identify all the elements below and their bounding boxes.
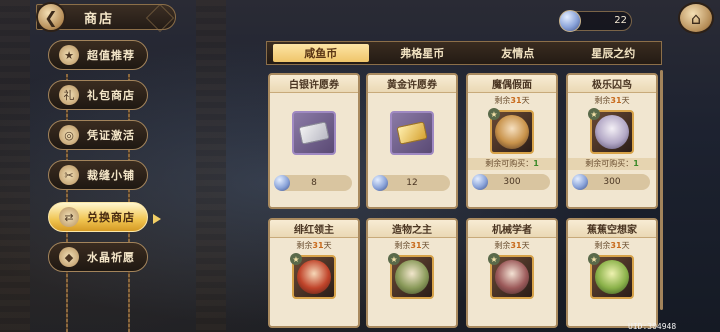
sidebar-item-crystal-wish[interactable]: ◆ 水晶祈愿 [48,242,148,272]
costume-portrait: ★ [488,108,534,154]
crystal-icon [472,174,488,190]
card-title: 魔偶假面 [468,75,556,93]
shop-card[interactable]: 造物之主 剩余31天 ★ [366,218,458,328]
star-icon: ★ [588,108,600,120]
home-button[interactable]: ⌂ [678,2,714,34]
tab-salted-fish-coin[interactable]: 咸鱼币 [273,44,369,62]
back-button[interactable]: ❮ [36,2,66,32]
sidebar-item-voucher[interactable]: ◎ 凭证激活 [48,120,148,150]
home-icon: ⌂ [690,8,702,28]
costume-portrait: ★ [290,253,336,299]
star-icon: ★ [388,253,400,265]
star-icon: ★ [59,45,79,65]
price-tag: 300 [472,174,550,190]
background-pillar [0,0,30,332]
crystal-icon [274,175,290,191]
selected-arrow-icon [153,214,161,224]
sidebar-item-label: 凭证激活 [87,129,135,142]
sidebar-item-exchange[interactable]: ⇄ 兑换商店 [48,202,161,232]
sidebar-item-gift-shop[interactable]: 礼 礼包商店 [48,80,148,110]
voucher-icon: ◎ [59,125,79,145]
card-title: 绯红领主 [270,220,358,238]
remaining-days: 剩余31天 [394,241,430,250]
currency-tabs: 咸鱼币 弗格星币 友情点 星辰之约 [266,41,662,65]
remaining-days: 剩余31天 [594,96,630,105]
tab-friendship-points[interactable]: 友情点 [470,42,566,64]
star-icon: ★ [588,253,600,265]
star-icon: ★ [488,253,500,265]
card-title: 造物之主 [368,220,456,238]
costume-portrait: ★ [588,108,634,154]
scissors-icon: ✂ [59,165,79,185]
currency-amount: 22 [614,15,627,26]
price-tag: 8 [274,175,352,191]
sidebar-item-label: 礼包商店 [87,89,135,102]
card-title: 白银许愿券 [270,75,358,93]
card-title: 极乐囚鸟 [568,75,656,93]
page-title: 商店 [84,12,115,27]
price-value: 300 [603,177,621,187]
remaining-days: 剩余31天 [594,241,630,250]
crystal-icon: ◆ [59,247,79,267]
sidebar-item-label: 兑换商店 [87,211,135,224]
costume-portrait: ★ [588,253,634,299]
star-icon: ★ [488,108,500,120]
shop-card[interactable]: 极乐囚鸟 剩余31天 ★ 剩余可购买：1 300 [566,73,658,209]
remaining-days: 剩余31天 [494,96,530,105]
crystal-icon [559,10,581,32]
price-value: 12 [406,178,418,188]
costume-portrait: ★ [388,253,434,299]
currency-display[interactable]: 22 [559,10,632,32]
card-title: 机械学者 [468,220,556,238]
purchase-limit: 剩余可购买：1 [568,158,656,170]
sidebar-item-recommend[interactable]: ★ 超值推荐 [48,40,148,70]
tab-fog-star-coin[interactable]: 弗格星币 [375,42,471,64]
shop-card[interactable]: 机械学者 剩余31天 ★ [466,218,558,328]
shop-card[interactable]: 魔偶假面 剩余31天 ★ 剩余可购买：1 300 [466,73,558,209]
price-tag: 300 [572,174,650,190]
sidebar-item-label: 裁缝小铺 [87,169,135,182]
shop-card[interactable]: 黄金许愿券 12 [366,73,458,209]
purchase-limit: 剩余可购买：1 [468,158,556,170]
user-id: UID:304948 [628,322,677,331]
tab-star-pact[interactable]: 星辰之约 [566,42,662,64]
sidebar-item-label: 超值推荐 [87,49,135,62]
shop-card[interactable]: 白银许愿券 8 [268,73,360,209]
exchange-icon: ⇄ [59,207,79,227]
crystal-icon [572,174,588,190]
star-icon: ★ [290,253,302,265]
price-tag: 12 [372,175,450,191]
gift-icon: 礼 [59,85,79,105]
costume-portrait: ★ [488,253,534,299]
back-arrow-icon: ❮ [44,7,58,27]
price-value: 8 [311,178,317,188]
card-title: 蕉蕉空想家 [568,220,656,238]
remaining-days: 剩余31天 [296,241,332,250]
crystal-icon [372,175,388,191]
gold-ticket-icon [390,111,434,155]
silver-ticket-icon [292,111,336,155]
remaining-days: 剩余31天 [494,241,530,250]
scrollbar[interactable] [660,70,663,310]
sidebar-item-label: 水晶祈愿 [87,251,135,264]
sidebar-item-tailor[interactable]: ✂ 裁缝小铺 [48,160,148,190]
card-title: 黄金许愿券 [368,75,456,93]
shop-card[interactable]: 蕉蕉空想家 剩余31天 ★ [566,218,658,328]
shop-card[interactable]: 绯红领主 剩余31天 ★ [268,218,360,328]
background-pillar [196,0,226,332]
price-value: 300 [503,177,521,187]
